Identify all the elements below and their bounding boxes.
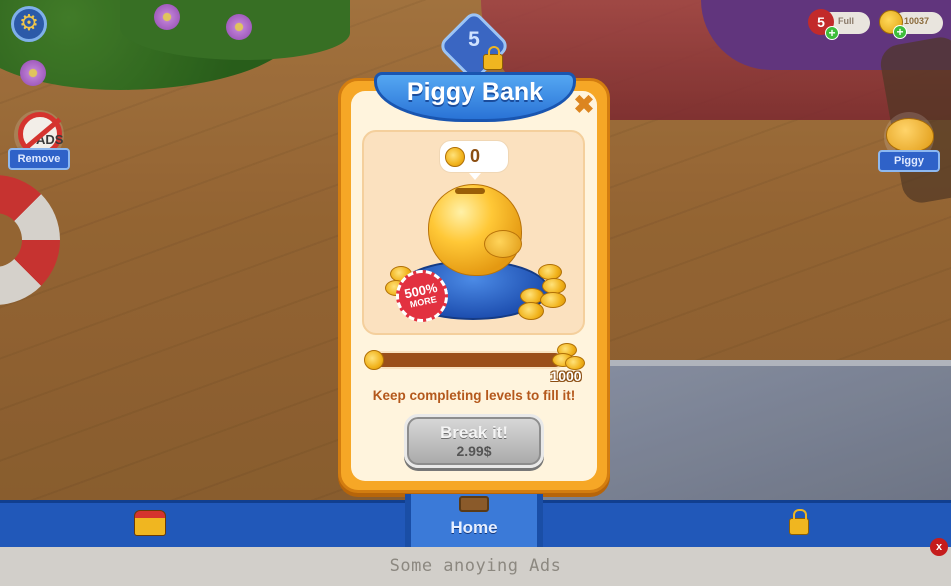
home-icon xyxy=(459,496,489,512)
ad-text: Some anoying Ads xyxy=(389,556,562,576)
close-icon[interactable]: ✖ xyxy=(572,92,596,118)
nav-home-tab[interactable]: Home xyxy=(405,494,543,547)
remove-ads-button[interactable]: ADS Remove xyxy=(8,110,70,172)
add-coins-button[interactable]: + xyxy=(893,25,907,39)
ad-banner[interactable]: Some anoying Ads xyxy=(0,547,951,586)
progress-max-label: 1000 xyxy=(550,368,582,384)
coin-slot xyxy=(455,188,485,194)
ad-close-button[interactable]: x xyxy=(930,538,948,556)
piggy-bank-button[interactable]: Piggy xyxy=(878,112,940,174)
break-it-label: Break it! xyxy=(439,423,509,442)
fill-hint-text: Keep completing levels to fill it! xyxy=(372,388,576,403)
settings-button[interactable]: ⚙ xyxy=(11,6,47,42)
coin-icon xyxy=(445,147,465,167)
add-lives-button[interactable]: + xyxy=(825,26,839,40)
nav-shop-tab[interactable] xyxy=(0,500,405,547)
lock-icon xyxy=(483,46,503,70)
coin-balance: 10037 xyxy=(904,16,930,26)
no-ads-icon-text: ADS xyxy=(36,132,64,147)
coin-pile xyxy=(540,292,566,308)
lock-icon xyxy=(789,509,809,535)
coin-pile xyxy=(518,302,544,320)
dialog-title: Piggy Bank xyxy=(406,78,544,106)
shop-icon xyxy=(134,510,166,536)
piggy-icon xyxy=(886,118,934,152)
nav-locked-tab[interactable] xyxy=(543,500,951,547)
break-it-button[interactable]: Break it! 2.99$ xyxy=(404,414,544,468)
progress-start-coin-icon xyxy=(364,350,384,370)
piggy-coin-count: 0 xyxy=(470,146,481,166)
piggy-label: Piggy xyxy=(878,150,940,172)
break-it-price: 2.99$ xyxy=(456,443,492,459)
lives-status: Full xyxy=(838,16,854,26)
nav-home-label: Home xyxy=(450,518,498,537)
gear-icon: ⚙ xyxy=(19,11,39,36)
remove-ads-label: Remove xyxy=(8,148,70,170)
piggy-progress-bar xyxy=(364,351,564,369)
pig-snout xyxy=(484,230,522,258)
